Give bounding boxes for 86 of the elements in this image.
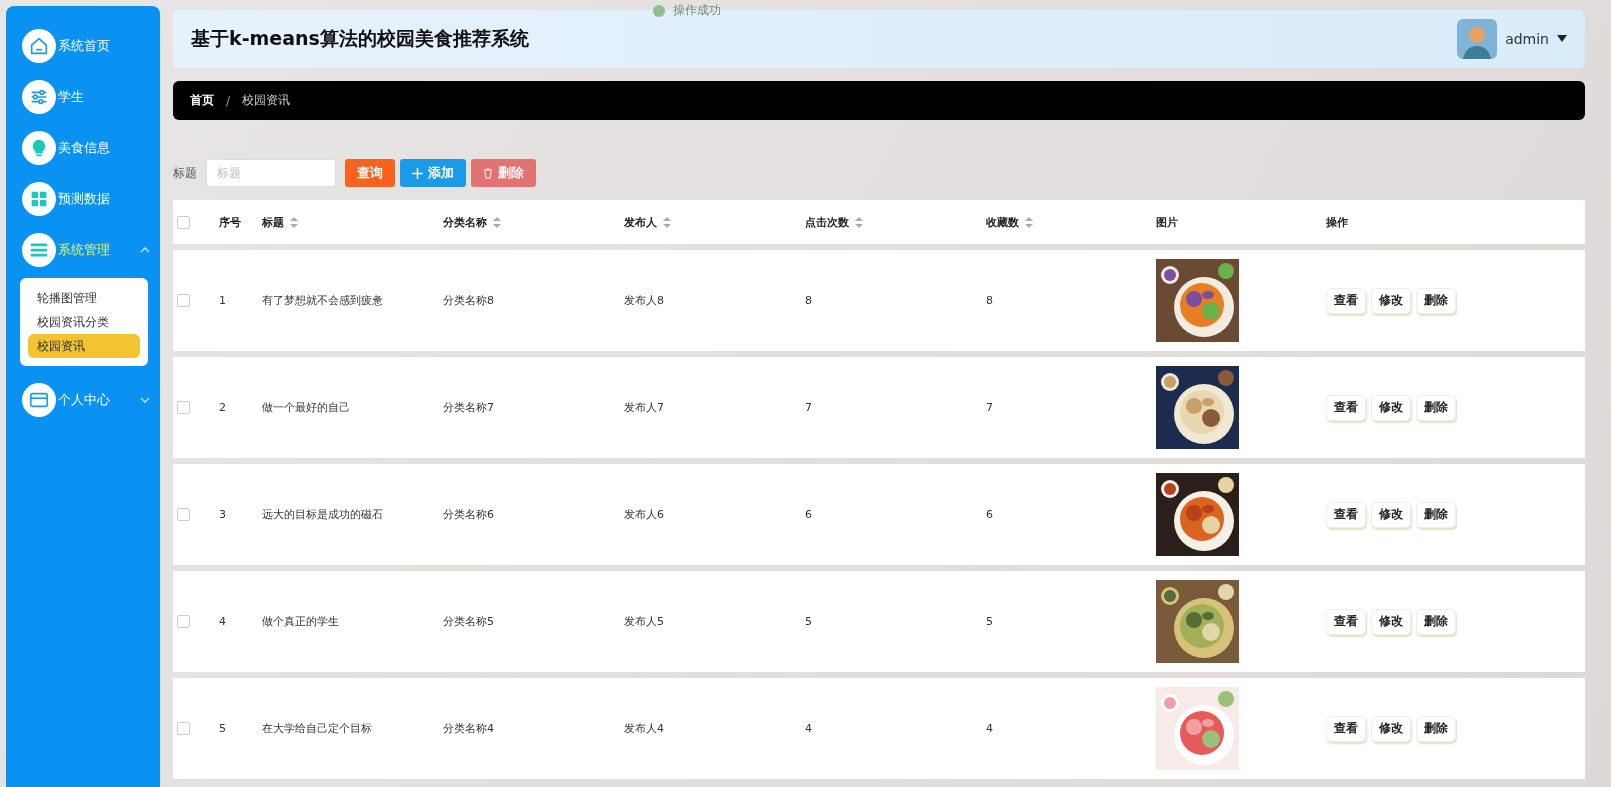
table-cell-text: 5 (219, 722, 227, 735)
sort-icon (290, 216, 298, 228)
table-cell-text: 8 (805, 294, 813, 307)
row-checkbox[interactable] (177, 508, 190, 521)
submenu-item[interactable]: 校园资讯分类 (28, 310, 140, 334)
table-cell-text: 分类名称4 (443, 721, 495, 736)
sort-icon (663, 216, 671, 228)
row-action-button[interactable]: 删除 (1416, 715, 1456, 742)
table-cell-text: 分类名称7 (443, 400, 495, 415)
row-action-button[interactable]: 查看 (1326, 715, 1366, 742)
table-cell-text: 1 (219, 294, 227, 307)
row-action-button[interactable]: 删除 (1416, 501, 1456, 528)
table-cell-text: 做个真正的学生 (262, 614, 340, 629)
column-header[interactable]: 收藏数 (986, 214, 1019, 230)
submenu-item[interactable]: 轮播图管理 (28, 286, 140, 310)
row-action-button[interactable]: 修改 (1371, 501, 1411, 528)
caret-down-icon (1557, 35, 1567, 43)
row-action-button[interactable]: 删除 (1416, 287, 1456, 314)
row-action-button[interactable]: 修改 (1371, 715, 1411, 742)
table-cell-text: 做一个最好的自己 (262, 400, 351, 415)
plus-icon (412, 167, 423, 179)
table-cell-text: 7 (805, 401, 813, 414)
column-header: 操作 (1326, 214, 1348, 230)
table-cell-text: 分类名称5 (443, 614, 495, 629)
home-icon (22, 28, 56, 63)
grid-icon (22, 181, 56, 216)
column-header[interactable]: 分类名称 (443, 214, 487, 230)
row-checkbox[interactable] (177, 722, 190, 735)
bulb-icon (22, 130, 56, 165)
table-cell-text: 分类名称8 (443, 293, 495, 308)
table-cell-text: 发布人8 (624, 293, 665, 308)
row-action-button[interactable]: 查看 (1326, 501, 1366, 528)
row-action-button[interactable]: 修改 (1371, 287, 1411, 314)
table-cell-text: 3 (219, 508, 227, 521)
select-all-checkbox[interactable] (177, 215, 190, 229)
field-label: 标题 (173, 164, 197, 182)
list-icon (22, 232, 56, 267)
table-cell-text: 5 (986, 615, 994, 628)
row-action-button[interactable]: 查看 (1326, 287, 1366, 314)
table-cell-text: 发布人6 (624, 507, 665, 522)
row-action-button[interactable]: 修改 (1371, 608, 1411, 635)
table-cell-text: 4 (986, 722, 994, 735)
row-action-button[interactable]: 修改 (1371, 394, 1411, 421)
sort-icon (493, 216, 501, 228)
row-checkbox[interactable] (177, 294, 190, 307)
table-cell-text: 在大学给自己定个目标 (262, 721, 373, 736)
row-action-button[interactable]: 查看 (1326, 394, 1366, 421)
sort-icon (855, 216, 863, 228)
table-cell-text: 5 (805, 615, 813, 628)
trash-icon (483, 167, 493, 179)
table-cell-text: 发布人5 (624, 614, 665, 629)
table-cell-text: 远大的目标是成功的磁石 (262, 507, 384, 522)
table-cell-text: 7 (986, 401, 994, 414)
user-menu[interactable]: admin (1505, 31, 1549, 47)
breadcrumb-separator: / (226, 93, 231, 108)
toast-message: 操作成功 (673, 2, 721, 19)
column-header: 序号 (219, 214, 241, 230)
table-cell-text: 8 (986, 294, 994, 307)
column-header: 图片 (1156, 214, 1178, 230)
row-checkbox[interactable] (177, 615, 190, 628)
sliders-icon (22, 79, 56, 114)
table-cell-text: 发布人7 (624, 400, 665, 415)
avatar-icon (1457, 19, 1498, 59)
table-cell-text: 分类名称6 (443, 507, 495, 522)
title-search-field[interactable]: 标题 (206, 159, 336, 187)
row-action-button[interactable]: 查看 (1326, 608, 1366, 635)
submenu-item[interactable]: 校园资讯 (28, 334, 140, 358)
table-cell-text: 4 (805, 722, 813, 735)
table-cell-text: 4 (219, 615, 227, 628)
card-icon (22, 382, 56, 417)
table-cell-text: 6 (986, 508, 994, 521)
app-title: 基于k-means算法的校园美食推荐系统 (191, 26, 530, 51)
check-circle-icon (653, 4, 665, 17)
table-cell-text: 2 (219, 401, 227, 414)
table-cell-text: 有了梦想就不会感到疲惫 (262, 293, 384, 308)
row-action-button[interactable]: 删除 (1416, 608, 1456, 635)
table-cell-text: 发布人4 (624, 721, 665, 736)
breadcrumb-item[interactable]: 首页 (190, 92, 214, 109)
column-header[interactable]: 点击次数 (805, 214, 849, 230)
table-cell-text: 6 (805, 508, 813, 521)
column-header[interactable]: 标题 (262, 214, 284, 230)
column-header[interactable]: 发布人 (624, 214, 657, 230)
sort-icon (1025, 216, 1033, 228)
breadcrumb-item: 校园资讯 (242, 92, 291, 109)
row-action-button[interactable]: 删除 (1416, 394, 1456, 421)
row-checkbox[interactable] (177, 401, 190, 414)
